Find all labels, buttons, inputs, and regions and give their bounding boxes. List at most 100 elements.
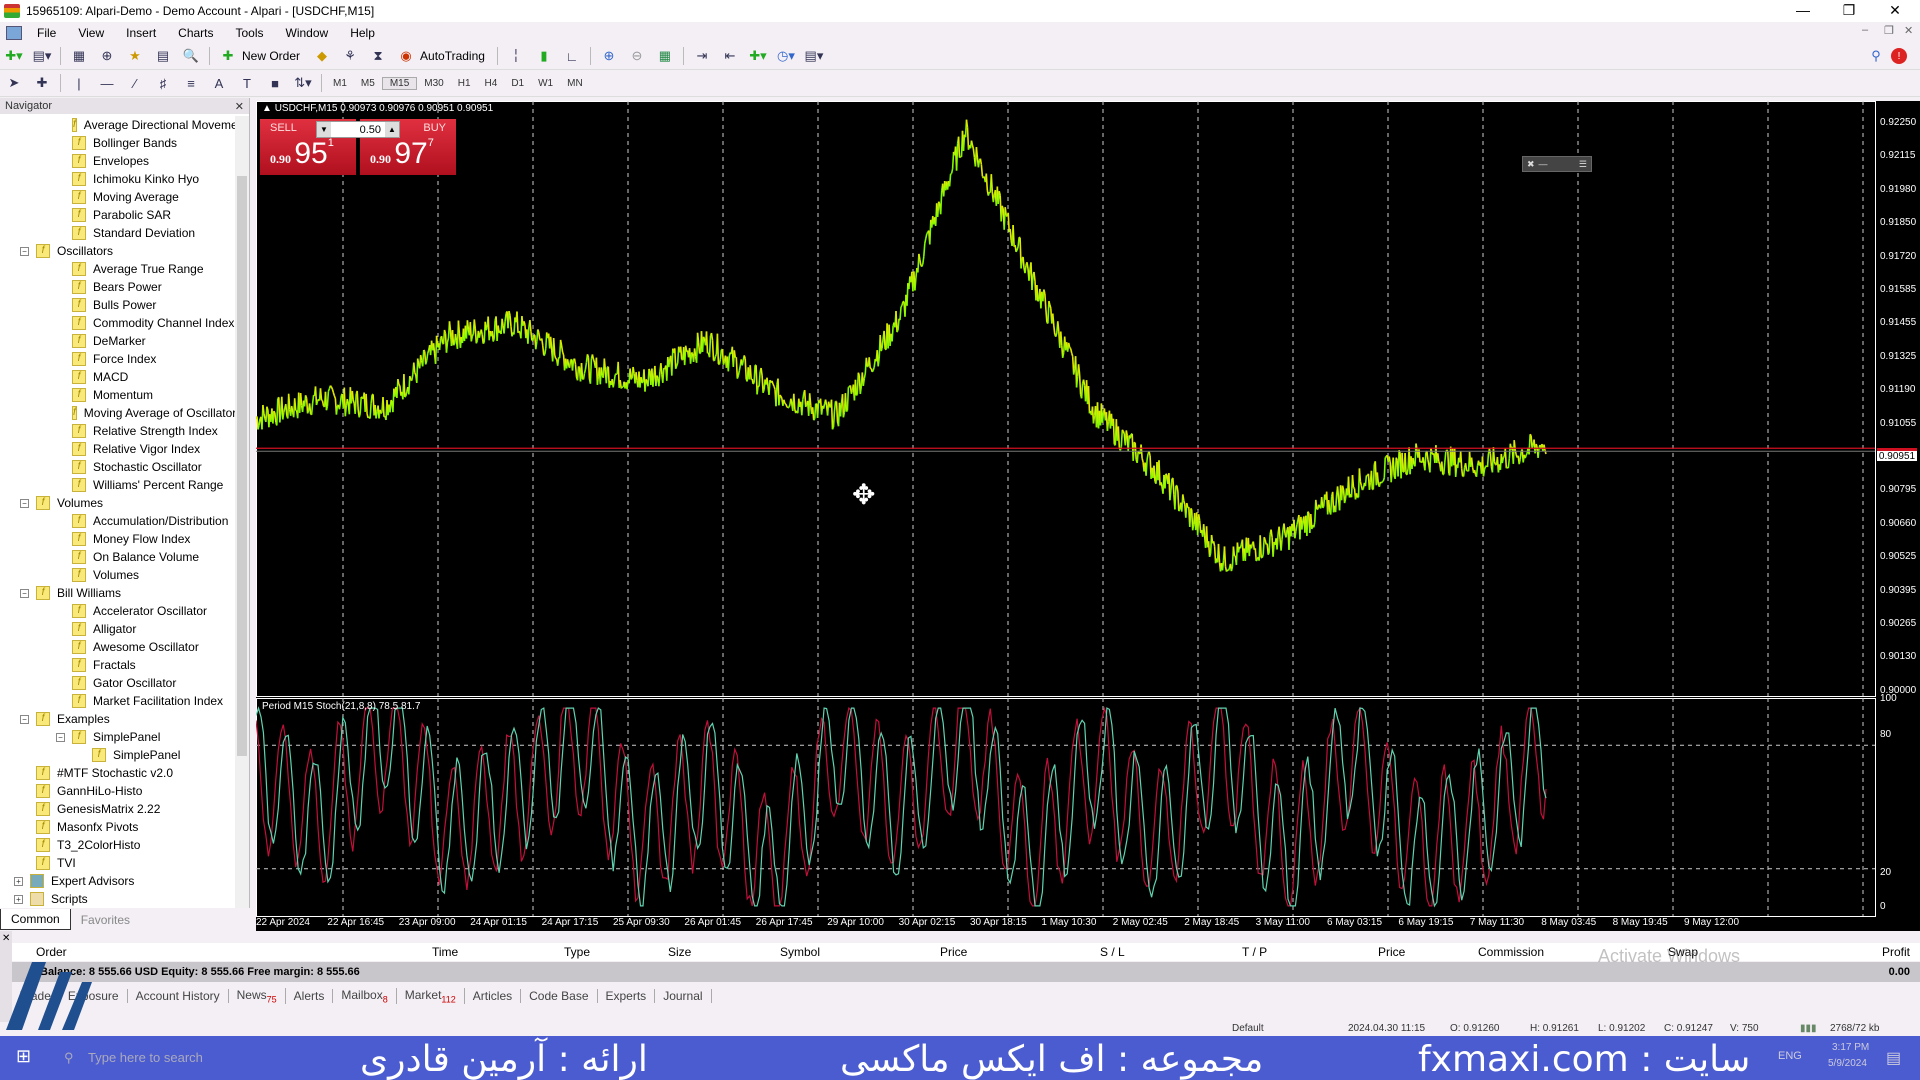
new-chart-icon[interactable]: ✚▾ xyxy=(3,46,25,66)
vertical-line-icon[interactable]: | xyxy=(68,73,90,93)
zoom-out-icon[interactable]: ⊖ xyxy=(626,46,648,66)
new-order-button[interactable]: New Order xyxy=(242,49,300,63)
timeframe-d1[interactable]: D1 xyxy=(504,78,531,89)
line-chart-icon[interactable]: ∟ xyxy=(561,46,583,66)
chart-canvas[interactable] xyxy=(256,101,1920,931)
collapse-icon[interactable]: − xyxy=(20,246,29,256)
collapse-icon[interactable]: − xyxy=(20,588,29,598)
tab-favorites[interactable]: Favorites xyxy=(71,910,140,930)
taskbar-date[interactable]: 5/9/2024 xyxy=(1828,1058,1867,1069)
navigator-item[interactable]: f Average True Range xyxy=(0,260,235,278)
taskbar-time[interactable]: 3:17 PM xyxy=(1832,1042,1869,1053)
menu-view[interactable]: View xyxy=(67,26,115,40)
trendline-icon[interactable]: ∕ xyxy=(124,73,146,93)
expand-icon[interactable]: + xyxy=(14,894,23,904)
chart-window[interactable]: ▲ USDCHF,M15 0.90973 0.90976 0.90951 0.9… xyxy=(256,101,1920,931)
menu-tools[interactable]: Tools xyxy=(225,26,275,40)
notification-icon[interactable]: ! xyxy=(1891,48,1907,64)
navigator-item[interactable]: f Stochastic Oscillator xyxy=(0,458,235,476)
navigator-item[interactable]: − f Volumes xyxy=(0,494,235,512)
column-header[interactable]: Commission xyxy=(1478,945,1544,959)
terminal-tab-market[interactable]: Market112 xyxy=(397,987,465,1005)
indicators-icon[interactable]: ✚▾ xyxy=(747,46,769,66)
navigator-item[interactable]: f T3_2ColorHisto xyxy=(0,836,235,854)
panel-minimize-icon[interactable]: — xyxy=(1539,159,1548,169)
strategy-tester-icon[interactable]: 🔍 xyxy=(180,46,202,66)
navigator-item[interactable]: f Masonfx Pivots xyxy=(0,818,235,836)
column-header[interactable]: T / P xyxy=(1242,945,1267,959)
navigator-icon[interactable]: ★ xyxy=(124,46,146,66)
terminal-tab-news[interactable]: News75 xyxy=(229,987,286,1005)
collapse-icon[interactable]: − xyxy=(20,498,29,508)
column-header[interactable]: Price xyxy=(1378,945,1405,959)
language-indicator[interactable]: ENG xyxy=(1778,1050,1802,1062)
navigator-item[interactable]: f Williams' Percent Range xyxy=(0,476,235,494)
minimize-button[interactable]: — xyxy=(1780,0,1826,22)
navigator-item[interactable]: f Parabolic SAR xyxy=(0,206,235,224)
menu-file[interactable]: File xyxy=(26,26,67,40)
column-header[interactable]: Size xyxy=(668,945,691,959)
navigator-item[interactable]: f On Balance Volume xyxy=(0,548,235,566)
terminal-tab-account-history[interactable]: Account History xyxy=(128,989,229,1003)
autotrading-icon[interactable]: ◉ xyxy=(395,46,417,66)
column-header[interactable]: S / L xyxy=(1100,945,1125,959)
mdi-minimize-button[interactable]: – xyxy=(1862,24,1868,36)
column-header[interactable]: Time xyxy=(432,945,458,959)
navigator-close-icon[interactable]: ✕ xyxy=(235,100,244,113)
column-header[interactable]: Profit xyxy=(1882,945,1910,959)
navigator-item[interactable]: f Moving Average xyxy=(0,188,235,206)
navigator-item[interactable]: + Scripts xyxy=(0,890,235,908)
menu-window[interactable]: Window xyxy=(275,26,340,40)
navigator-item[interactable]: f GenesisMatrix 2.22 xyxy=(0,800,235,818)
navigator-item[interactable]: − f Oscillators xyxy=(0,242,235,260)
close-button[interactable]: ✕ xyxy=(1872,0,1918,22)
navigator-item[interactable]: f Standard Deviation xyxy=(0,224,235,242)
terminal-icon[interactable]: ▤ xyxy=(152,46,174,66)
menu-charts[interactable]: Charts xyxy=(167,26,224,40)
navigator-item[interactable]: f Gator Oscillator xyxy=(0,674,235,692)
collapse-icon[interactable]: − xyxy=(20,714,29,724)
taskbar-search-input[interactable]: ⚲ Type here to search xyxy=(58,1042,278,1074)
terminal-tab-alerts[interactable]: Alerts xyxy=(286,989,334,1003)
profiles-icon[interactable]: ▤▾ xyxy=(31,46,53,66)
windows-start-icon[interactable]: ⊞ xyxy=(16,1046,31,1067)
terminal-tab-experts[interactable]: Experts xyxy=(598,989,656,1003)
navigator-item[interactable]: f Fractals xyxy=(0,656,235,674)
navigator-item[interactable]: f Money Flow Index xyxy=(0,530,235,548)
terminal-close-icon[interactable]: ✕ xyxy=(2,933,10,944)
collapse-icon[interactable]: − xyxy=(56,732,65,742)
navigator-item[interactable]: f Ichimoku Kinko Hyo xyxy=(0,170,235,188)
navigator-item[interactable]: f #MTF Stochastic v2.0 xyxy=(0,764,235,782)
candlestick-icon[interactable]: ▮ xyxy=(533,46,555,66)
signals-icon[interactable]: ⚘ xyxy=(339,46,361,66)
navigator-item[interactable]: f Bears Power xyxy=(0,278,235,296)
crosshair-icon[interactable]: ✚ xyxy=(31,73,53,93)
navigator-item[interactable]: f Bollinger Bands xyxy=(0,134,235,152)
bar-chart-icon[interactable]: ╎ xyxy=(505,46,527,66)
menu-help[interactable]: Help xyxy=(339,26,386,40)
navigator-item[interactable]: f Accumulation/Distribution xyxy=(0,512,235,530)
arrows-icon[interactable]: ⇅▾ xyxy=(292,73,314,93)
navigator-item[interactable]: f Envelopes xyxy=(0,152,235,170)
periods-icon[interactable]: ◷▾ xyxy=(775,46,797,66)
timeframe-m15[interactable]: M15 xyxy=(381,76,418,90)
lot-size-stepper[interactable]: ▼ 0.50 ▲ xyxy=(316,121,400,138)
mdi-close-button[interactable]: ✕ xyxy=(1904,24,1913,37)
navigator-item[interactable]: f GannHiLo-Histo xyxy=(0,782,235,800)
navigator-item[interactable]: f Alligator xyxy=(0,620,235,638)
column-header[interactable]: Symbol xyxy=(780,945,820,959)
navigator-item[interactable]: f Market Facilitation Index xyxy=(0,692,235,710)
market-watch-icon[interactable]: ▦ xyxy=(68,46,90,66)
cursor-icon[interactable]: ➤ xyxy=(3,73,25,93)
navigator-item[interactable]: f Average Directional Movement xyxy=(0,116,235,134)
expand-icon[interactable]: + xyxy=(14,876,23,886)
navigator-item[interactable]: f Moving Average of Oscillator xyxy=(0,404,235,422)
text-label-icon[interactable]: T xyxy=(236,73,258,93)
navigator-item[interactable]: f Commodity Channel Index xyxy=(0,314,235,332)
metaeditor-icon[interactable]: ◆ xyxy=(311,46,333,66)
timeframe-m1[interactable]: M1 xyxy=(326,78,354,89)
column-header[interactable]: Type xyxy=(564,945,590,959)
templates-icon[interactable]: ▤▾ xyxy=(803,46,825,66)
navigator-scrollbar[interactable] xyxy=(235,116,249,908)
navigator-item[interactable]: f TVI xyxy=(0,854,235,872)
